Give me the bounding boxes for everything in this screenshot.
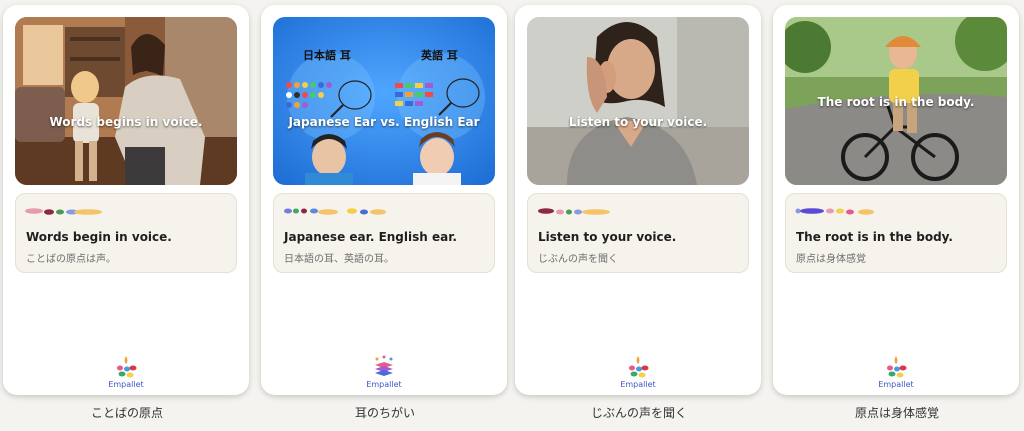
photo-woman-listening: Listen to your voice.: [527, 17, 749, 185]
card-caption: 耳のちがい: [354, 406, 415, 420]
empallet-logo-icon: [887, 356, 907, 378]
info-panel: Japanese ear. English ear. 日本語の耳、英語の耳。: [273, 193, 495, 273]
photo-mother-child: Words begins in voice.: [15, 17, 237, 185]
empallet-logo: Empallet: [261, 355, 507, 389]
content-card-1[interactable]: Words begins in voice. Words begin in vo…: [3, 5, 249, 395]
photo-caption: Listen to your voice.: [568, 115, 708, 129]
photo-caption: Words begins in voice.: [49, 115, 203, 129]
card-caption: ことばの原点: [90, 406, 163, 420]
card-title: Japanese ear. English ear.: [284, 230, 457, 244]
empallet-logo-icon: [117, 356, 137, 378]
photo-caption: The root is in the body.: [817, 95, 975, 109]
color-dots-icon: [25, 208, 102, 215]
label-japanese-ear: 日本語 耳: [303, 49, 351, 62]
label-english-ear: 英語 耳: [421, 49, 458, 62]
color-dots-icon: [795, 208, 874, 215]
logo-text: Empallet: [620, 380, 656, 389]
card-caption: 原点は身体感覚: [854, 406, 939, 420]
content-card-3[interactable]: Listen to your voice. Listen to your voi…: [515, 5, 761, 395]
card-title: Words begin in voice.: [26, 230, 172, 244]
card-column-4: The root is in the body. The root is in …: [770, 0, 1024, 431]
card-subtitle: 日本語の耳、英語の耳。: [284, 254, 394, 265]
info-panel: Listen to your voice. じぶんの声を聞く: [527, 193, 749, 273]
logo-text: Empallet: [878, 380, 914, 389]
card-column-3: Listen to your voice. Listen to your voi…: [512, 0, 766, 431]
empallet-logo: Empallet: [773, 355, 1019, 389]
logo-text: Empallet: [108, 380, 144, 389]
card-title: The root is in the body.: [796, 230, 953, 244]
photo-ear-comparison: Japanese Ear vs. English Ear 日本語 耳 英語 耳: [273, 17, 495, 185]
card-column-2: Japanese Ear vs. English Ear 日本語 耳 英語 耳 …: [258, 0, 512, 431]
empallet-logo-icon: [629, 356, 649, 378]
logo-text: Empallet: [366, 380, 402, 389]
card-subtitle: じぶんの声を聞く: [538, 254, 618, 265]
empallet-logo: Empallet: [515, 355, 761, 389]
info-panel: The root is in the body. 原点は身体感覚: [785, 193, 1007, 273]
color-dots-icon: [538, 208, 610, 215]
content-card-2[interactable]: Japanese Ear vs. English Ear 日本語 耳 英語 耳 …: [261, 5, 507, 395]
card-subtitle: 原点は身体感覚: [796, 254, 866, 265]
photo-caption: Japanese Ear vs. English Ear: [288, 115, 480, 129]
card-title: Listen to your voice.: [538, 230, 677, 244]
content-card-4[interactable]: The root is in the body. The root is in …: [773, 5, 1019, 395]
info-panel: Words begin in voice. ことばの原点は声。: [15, 193, 237, 273]
card-column-1: Words begins in voice. Words begin in vo…: [0, 0, 254, 431]
card-subtitle: ことばの原点は声。: [26, 254, 116, 265]
empallet-logo: Empallet: [3, 355, 249, 389]
photo-child-bicycle: The root is in the body.: [785, 17, 1007, 185]
empallet-logo-icon: [375, 355, 393, 376]
color-dots-icon: [284, 208, 386, 215]
card-caption: じぶんの声を聞く: [590, 406, 687, 420]
